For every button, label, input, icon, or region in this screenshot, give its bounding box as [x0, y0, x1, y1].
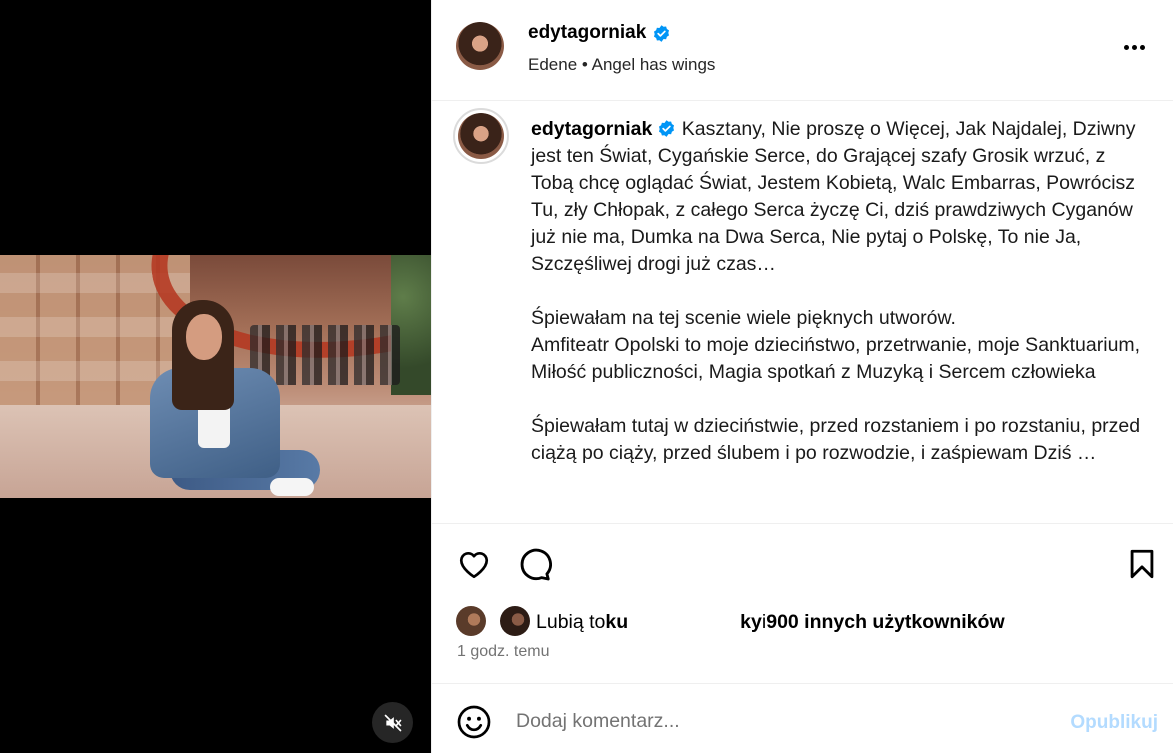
- emoji-button[interactable]: [456, 704, 492, 740]
- post-header: edytagorniak Edene • Angel has wings: [432, 0, 1173, 101]
- more-dot: [1131, 44, 1137, 50]
- verified-badge-icon: [659, 120, 675, 137]
- comment-input[interactable]: [516, 704, 1036, 738]
- location-line[interactable]: Edene • Angel has wings: [528, 55, 715, 75]
- verified-badge-icon: [654, 24, 670, 42]
- caption-username[interactable]: edytagorniak: [531, 118, 652, 140]
- caption-avatar: [458, 113, 504, 159]
- liker-avatars[interactable]: [456, 606, 532, 638]
- author-username[interactable]: edytagorniak: [528, 22, 646, 44]
- instagram-post-view: edytagorniak Edene • Angel has wings edy…: [0, 0, 1173, 753]
- comment-icon: [520, 548, 552, 581]
- caption-area: edytagorniak Kasztany, Nie proszę o Więc…: [432, 102, 1173, 524]
- caption-avatar-ring[interactable]: [453, 108, 509, 164]
- author-avatar[interactable]: [456, 22, 504, 70]
- likes-others-link[interactable]: 900 innych użytkowników: [766, 611, 1004, 634]
- post-details-panel: edytagorniak Edene • Angel has wings edy…: [431, 0, 1173, 753]
- action-bar: [432, 540, 1173, 590]
- liker-name-start[interactable]: ku: [605, 611, 628, 634]
- likes-prefix: Lubią to: [536, 610, 606, 633]
- seated-woman: [150, 300, 320, 498]
- mute-toggle-button[interactable]: [372, 702, 413, 743]
- more-dot: [1139, 44, 1145, 50]
- bookmark-icon: [1130, 549, 1154, 579]
- save-button[interactable]: [1122, 544, 1162, 584]
- liker-name-end[interactable]: ky: [740, 611, 762, 634]
- video-player[interactable]: [0, 255, 431, 498]
- like-button[interactable]: [454, 544, 494, 584]
- author-name-row: edytagorniak: [528, 22, 671, 44]
- post-timestamp[interactable]: 1 godz. temu: [457, 643, 550, 661]
- publish-button[interactable]: Opublikuj: [1070, 712, 1158, 734]
- redacted-area: [628, 612, 741, 632]
- media-area: [0, 0, 431, 753]
- liker-avatar: [500, 606, 530, 636]
- likes-row: Lubią to ku ky i 900 innych użytkowników: [456, 605, 1005, 639]
- person-face: [186, 314, 222, 360]
- more-options-button[interactable]: [1119, 32, 1149, 62]
- heart-icon: [459, 551, 489, 579]
- liker-avatar: [456, 606, 486, 636]
- emoji-icon: [457, 705, 491, 739]
- muted-speaker-icon: [384, 714, 401, 731]
- comment-button[interactable]: [514, 544, 554, 584]
- more-options-icon: [1123, 44, 1129, 50]
- comment-composer: Opublikuj: [432, 683, 1173, 753]
- caption-body: Kasztany, Nie proszę o Więcej, Jak Najda…: [531, 118, 1141, 464]
- caption-text: edytagorniak Kasztany, Nie proszę o Więc…: [531, 116, 1141, 467]
- person-shoe: [270, 478, 314, 496]
